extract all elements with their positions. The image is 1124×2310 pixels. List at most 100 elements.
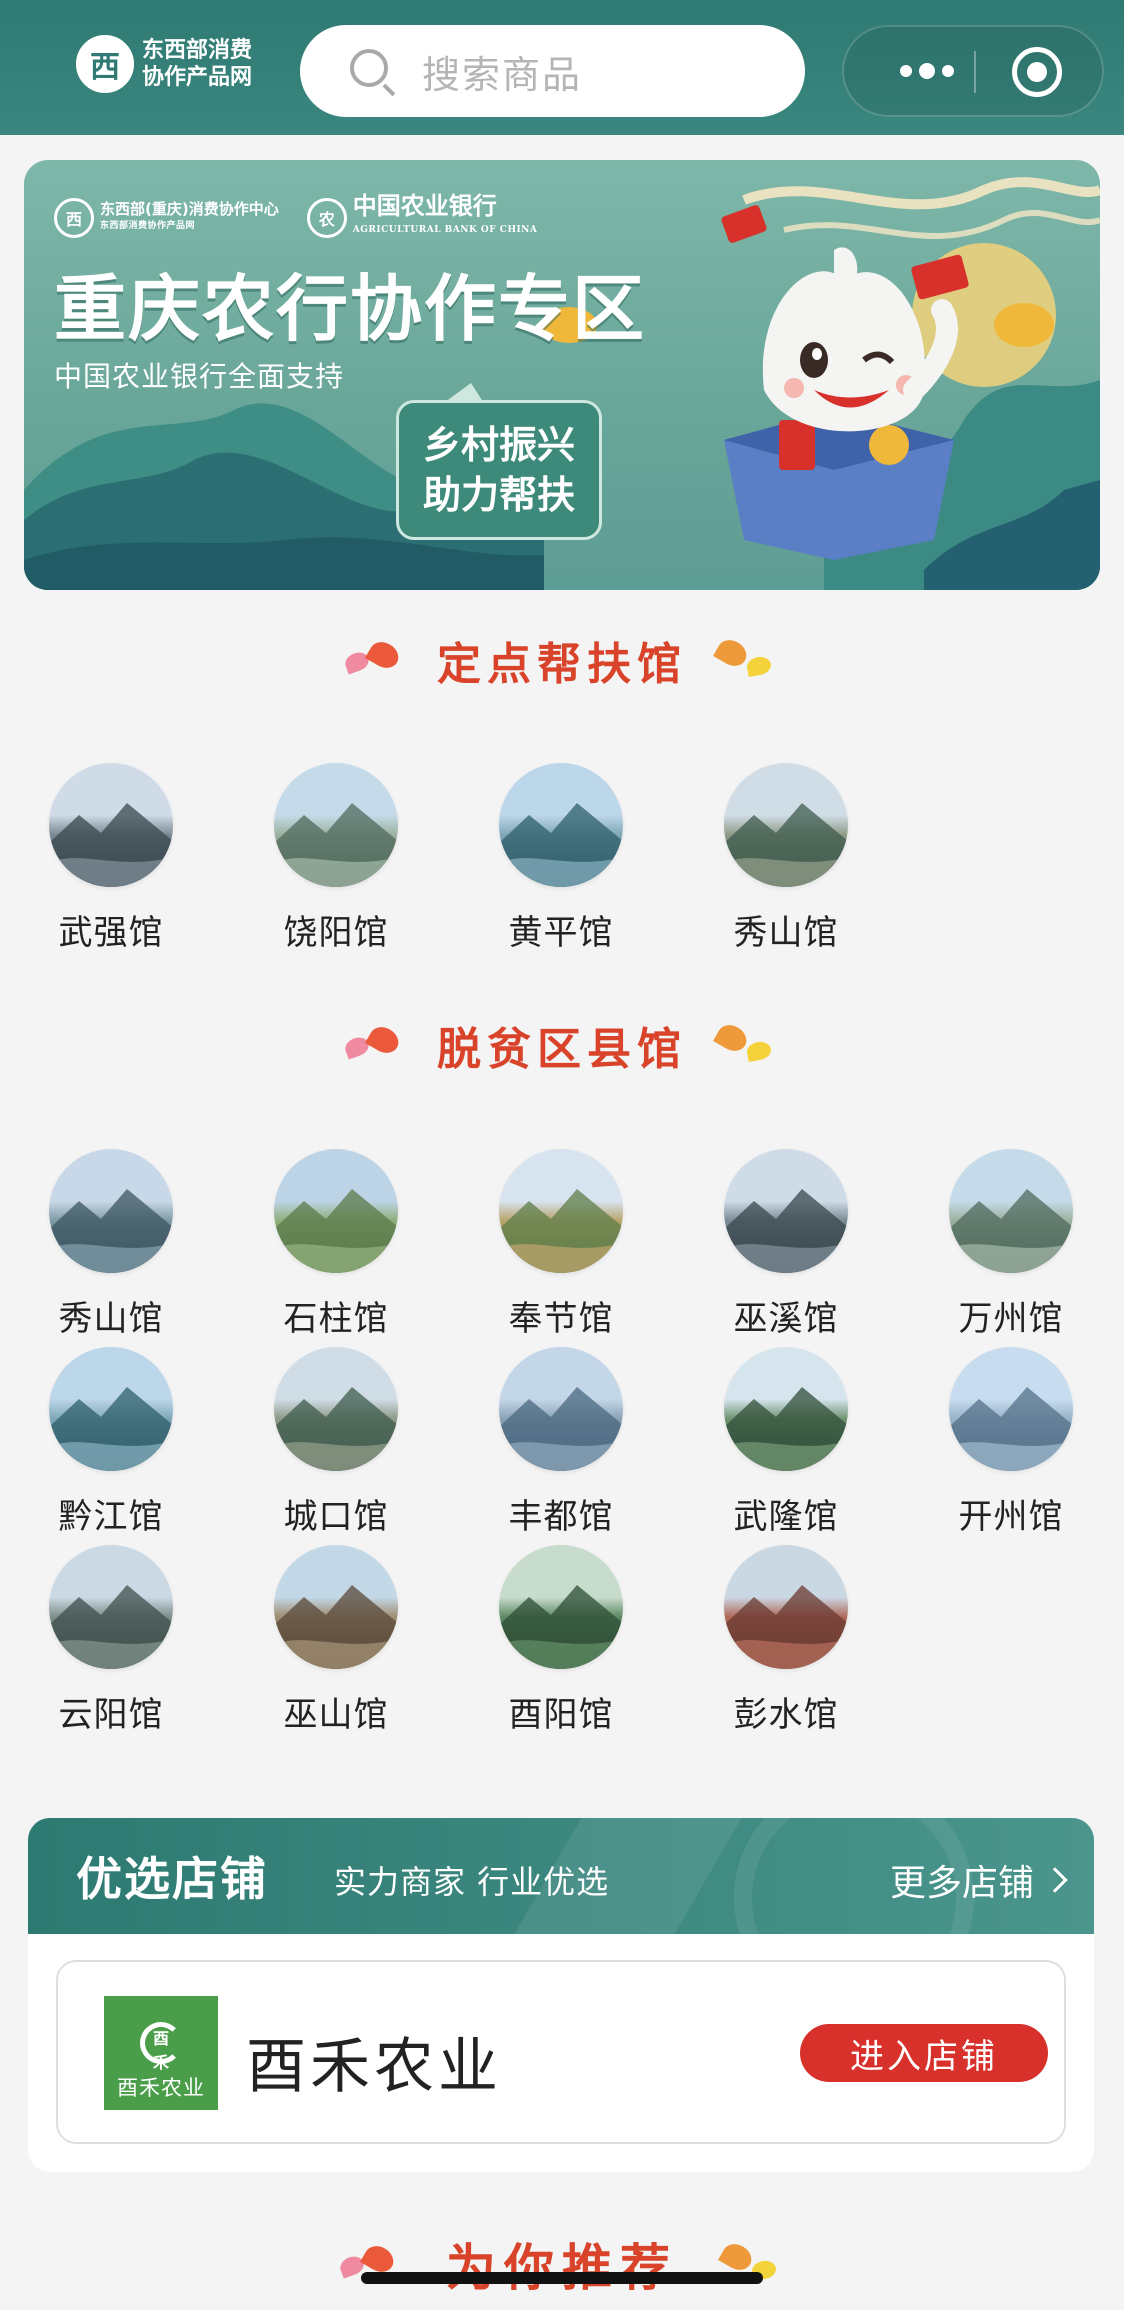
venue-photo bbox=[949, 1149, 1073, 1273]
shop-logo: 酉禾 酉禾农业 bbox=[104, 1996, 218, 2110]
venue-label: 开州馆 bbox=[958, 1497, 1064, 1537]
venue-photo bbox=[724, 1347, 848, 1471]
section-title-text: 脱贫区县馆 bbox=[437, 1024, 687, 1075]
section-title-text: 定点帮扶馆 bbox=[437, 639, 687, 690]
venue-photo bbox=[724, 1149, 848, 1273]
venue-photo bbox=[274, 1347, 398, 1471]
venue-item[interactable]: 酉阳馆 bbox=[486, 1545, 636, 1736]
partner-consumption-center: 西 东西部(重庆)消费协作中心 东西部消费协作产品网 bbox=[54, 198, 279, 238]
venue-label: 石柱馆 bbox=[283, 1299, 389, 1339]
top-nav-bar: 西 东西部消费 协作产品网 搜索商品 bbox=[0, 0, 1124, 135]
search-input[interactable]: 搜索商品 bbox=[300, 25, 805, 117]
venue-label: 黔江馆 bbox=[58, 1497, 164, 1537]
partner1-sub: 东西部消费协作产品网 bbox=[100, 221, 196, 231]
venue-item[interactable]: 丰都馆 bbox=[486, 1347, 636, 1538]
venue-label: 云阳馆 bbox=[58, 1695, 164, 1735]
logo-text: 东西部消费 协作产品网 bbox=[142, 37, 252, 91]
capsule-divider bbox=[974, 51, 976, 93]
leaf-decoration-left-icon bbox=[341, 1020, 411, 1070]
close-miniprogram-icon[interactable] bbox=[1012, 47, 1062, 97]
venue-photo bbox=[724, 763, 848, 887]
venue-item[interactable]: 黔江馆 bbox=[36, 1347, 186, 1538]
mascot-illustration bbox=[724, 247, 958, 560]
partner-abc-bank: 农 中国农业银行 AGRICULTURAL BANK OF CHINA bbox=[306, 191, 538, 242]
leaf-decoration-right-icon bbox=[713, 635, 783, 685]
venue-item[interactable]: 开州馆 bbox=[936, 1347, 1086, 1538]
venue-photo bbox=[49, 1149, 173, 1273]
shop-logo-glyph: 酉禾 bbox=[153, 2029, 170, 2072]
consumption-center-logo-icon: 西 bbox=[54, 198, 94, 238]
section-title-fixed: 定点帮扶馆 bbox=[0, 630, 1124, 690]
venue-label: 巫溪馆 bbox=[733, 1299, 839, 1339]
venue-label: 饶阳馆 bbox=[283, 913, 389, 953]
featured-shops-header: 优选店铺 实力商家 行业优选 更多店铺 bbox=[28, 1818, 1094, 2018]
venue-item[interactable]: 黄平馆 bbox=[486, 763, 636, 954]
section-title-county: 脱贫区县馆 bbox=[0, 1015, 1124, 1075]
search-icon bbox=[348, 47, 396, 97]
venue-photo bbox=[724, 1545, 848, 1669]
bubble-line-1: 乡村振兴 bbox=[422, 422, 575, 467]
leaf-decoration-right-icon bbox=[713, 1020, 783, 1070]
section-title-recommend: 为你推荐 bbox=[0, 2228, 1124, 2300]
venue-label: 秀山馆 bbox=[58, 1299, 164, 1339]
venue-item[interactable]: 彭水馆 bbox=[711, 1545, 861, 1736]
venue-photo bbox=[49, 1347, 173, 1471]
shop-name: 酉禾农业 bbox=[246, 2032, 502, 2102]
venue-label: 武隆馆 bbox=[733, 1497, 839, 1537]
partner2-sub: AGRICULTURAL BANK OF CHINA bbox=[352, 225, 538, 235]
venue-photo bbox=[274, 763, 398, 887]
more-shops-link[interactable]: 更多店铺 bbox=[889, 1854, 1068, 1906]
venue-item[interactable]: 石柱馆 bbox=[261, 1149, 411, 1340]
venue-photo bbox=[49, 1545, 173, 1669]
logo-line-2: 协作产品网 bbox=[142, 64, 253, 90]
venue-item[interactable]: 奉节馆 bbox=[486, 1149, 636, 1340]
shop-logo-text: 酉禾农业 bbox=[117, 2076, 205, 2100]
abc-bank-logo-icon: 农 bbox=[306, 198, 347, 238]
venue-label: 奉节馆 bbox=[508, 1299, 614, 1339]
venue-photo bbox=[499, 1347, 623, 1471]
home-indicator bbox=[361, 2272, 763, 2284]
venue-photo bbox=[274, 1149, 398, 1273]
logo-mark-icon: 西 bbox=[76, 35, 134, 93]
leaf-logo-icon: 酉禾 bbox=[140, 2022, 182, 2072]
search-placeholder: 搜索商品 bbox=[422, 52, 583, 97]
banner-subtitle: 中国农业银行全面支持 bbox=[54, 360, 345, 393]
venue-item[interactable]: 万州馆 bbox=[936, 1149, 1086, 1340]
venue-item[interactable]: 武隆馆 bbox=[711, 1347, 861, 1538]
venue-label: 黄平馆 bbox=[508, 913, 614, 953]
chevron-right-icon bbox=[1042, 1867, 1068, 1893]
venue-item[interactable]: 饶阳馆 bbox=[261, 763, 411, 954]
venue-item[interactable]: 云阳馆 bbox=[36, 1545, 186, 1736]
partner2-name: 中国农业银行 bbox=[352, 191, 497, 220]
venue-photo bbox=[499, 1545, 623, 1669]
venue-label: 城口馆 bbox=[283, 1497, 389, 1537]
venue-photo bbox=[499, 1149, 623, 1273]
enter-shop-button[interactable]: 进入店铺 bbox=[800, 2024, 1048, 2082]
more-shops-label: 更多店铺 bbox=[889, 1863, 1034, 1904]
venue-item[interactable]: 秀山馆 bbox=[711, 763, 861, 954]
logo-line-1: 东西部消费 bbox=[142, 37, 253, 63]
featured-shops-card: 优选店铺 实力商家 行业优选 更多店铺 酉禾 酉禾农业 酉禾农业 进入店铺 bbox=[28, 1818, 1094, 2172]
venue-photo bbox=[49, 763, 173, 887]
venue-photo bbox=[949, 1347, 1073, 1471]
venue-label: 酉阳馆 bbox=[508, 1695, 614, 1735]
venue-label: 巫山馆 bbox=[283, 1695, 389, 1735]
banner-title: 重庆农行协作专区 bbox=[54, 266, 647, 351]
venue-label: 秀山馆 bbox=[733, 913, 839, 953]
venue-item[interactable]: 武强馆 bbox=[36, 763, 186, 954]
shop-item[interactable]: 酉禾 酉禾农业 酉禾农业 进入店铺 bbox=[56, 1960, 1066, 2144]
venue-item[interactable]: 巫溪馆 bbox=[711, 1149, 861, 1340]
partner1-name: 东西部(重庆)消费协作中心 bbox=[100, 200, 279, 218]
venue-item[interactable]: 巫山馆 bbox=[261, 1545, 411, 1736]
promo-banner[interactable]: 西 东西部(重庆)消费协作中心 东西部消费协作产品网 农 中国农业银行 AGRI… bbox=[24, 160, 1100, 590]
venue-item[interactable]: 城口馆 bbox=[261, 1347, 411, 1538]
site-logo[interactable]: 西 东西部消费 协作产品网 bbox=[76, 32, 252, 96]
miniprogram-capsule bbox=[842, 25, 1104, 117]
featured-shops-title: 优选店铺 bbox=[76, 1852, 268, 1906]
speech-bubble: 乡村振兴 助力帮扶 bbox=[396, 400, 602, 540]
partner-logos: 西 东西部(重庆)消费协作中心 东西部消费协作产品网 农 中国农业银行 AGRI… bbox=[54, 194, 537, 242]
venue-label: 丰都馆 bbox=[508, 1497, 614, 1537]
venue-item[interactable]: 秀山馆 bbox=[36, 1149, 186, 1340]
more-options-icon[interactable] bbox=[882, 27, 972, 115]
venue-label: 彭水馆 bbox=[733, 1695, 839, 1735]
